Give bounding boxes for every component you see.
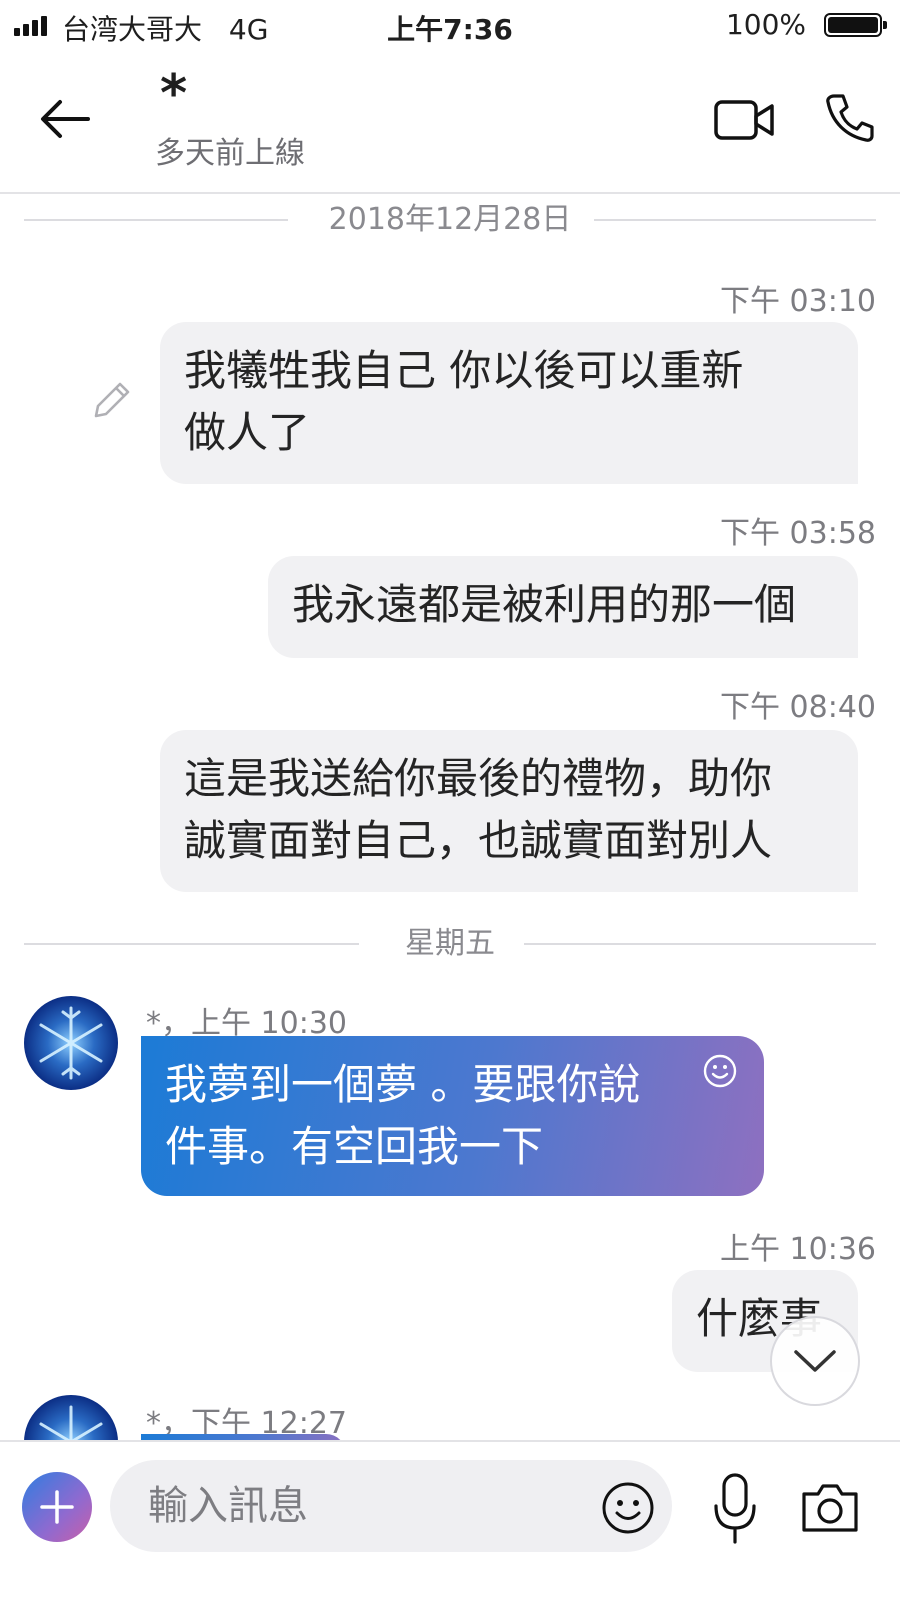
pencil-icon — [94, 382, 130, 418]
emoji-button[interactable] — [600, 1480, 656, 1536]
video-call-button[interactable] — [714, 98, 776, 142]
message-line: 這是我送給你最後的禮物，助你 — [184, 754, 773, 803]
date-separator-label: 星期五 — [405, 926, 495, 961]
message-line: 我永遠都是被利用的那一個 — [292, 580, 797, 629]
outgoing-message-bubble[interactable]: 這是我送給你最後的禮物，助你 誠實面對自己，也誠實面對別人 — [160, 730, 858, 892]
camera-icon — [802, 1484, 858, 1532]
outgoing-message-bubble[interactable]: 我永遠都是被利用的那一個 — [268, 556, 858, 658]
date-separator: 2018年12月28日 — [24, 200, 876, 240]
message-line: 做人了 — [184, 408, 311, 457]
plus-icon — [40, 1490, 74, 1524]
message-timestamp: 上午 10:36 — [720, 1232, 876, 1267]
message-line: 我夢到一個夢 。要跟你說 — [165, 1060, 641, 1109]
battery-percent: 100% — [725, 8, 806, 41]
emoji-icon — [703, 1054, 737, 1088]
add-reaction-button[interactable] — [702, 1044, 738, 1088]
outgoing-message-bubble[interactable]: 我犧牲我自己 你以後可以重新 做人了 — [160, 322, 858, 484]
incoming-message-bubble[interactable]: 我夢到一個夢 。要跟你說 件事。有空回我一下 — [141, 1036, 764, 1196]
scroll-to-bottom-button[interactable] — [770, 1316, 860, 1406]
avatar[interactable] — [24, 996, 118, 1090]
edit-message-button[interactable] — [90, 378, 134, 422]
message-input[interactable] — [110, 1460, 672, 1552]
status-bar: 台湾大哥大 4G 上午7:36 100% — [0, 0, 900, 52]
contact-name[interactable]: * — [160, 64, 187, 124]
voice-message-button[interactable] — [712, 1472, 758, 1546]
date-separator-label: 2018年12月28日 — [328, 202, 572, 237]
date-separator: 星期五 — [24, 924, 876, 964]
snowflake-avatar-image — [39, 1006, 103, 1080]
message-composer — [0, 1440, 900, 1602]
contact-last-seen: 多天前上線 — [155, 136, 305, 171]
chat-header: * 多天前上線 — [0, 52, 900, 194]
message-timestamp: 下午 03:10 — [720, 284, 876, 319]
microphone-icon — [714, 1473, 756, 1544]
message-timestamp: 下午 03:58 — [720, 516, 876, 551]
back-arrow-icon — [41, 100, 90, 138]
back-button[interactable] — [30, 90, 106, 148]
phone-icon — [826, 94, 874, 142]
emoji-icon — [602, 1482, 654, 1534]
video-camera-icon — [714, 100, 774, 140]
voice-call-button[interactable] — [824, 92, 874, 144]
chevron-down-icon — [794, 1350, 836, 1372]
message-line: 誠實面對自己，也誠實面對別人 — [184, 816, 773, 865]
message-line: 我犧牲我自己 你以後可以重新 — [184, 346, 744, 395]
message-line: 件事。有空回我一下 — [165, 1122, 544, 1171]
message-timestamp: 下午 08:40 — [720, 690, 876, 725]
add-attachment-button[interactable] — [22, 1472, 92, 1542]
battery-icon — [824, 13, 887, 37]
camera-button[interactable] — [800, 1480, 860, 1534]
